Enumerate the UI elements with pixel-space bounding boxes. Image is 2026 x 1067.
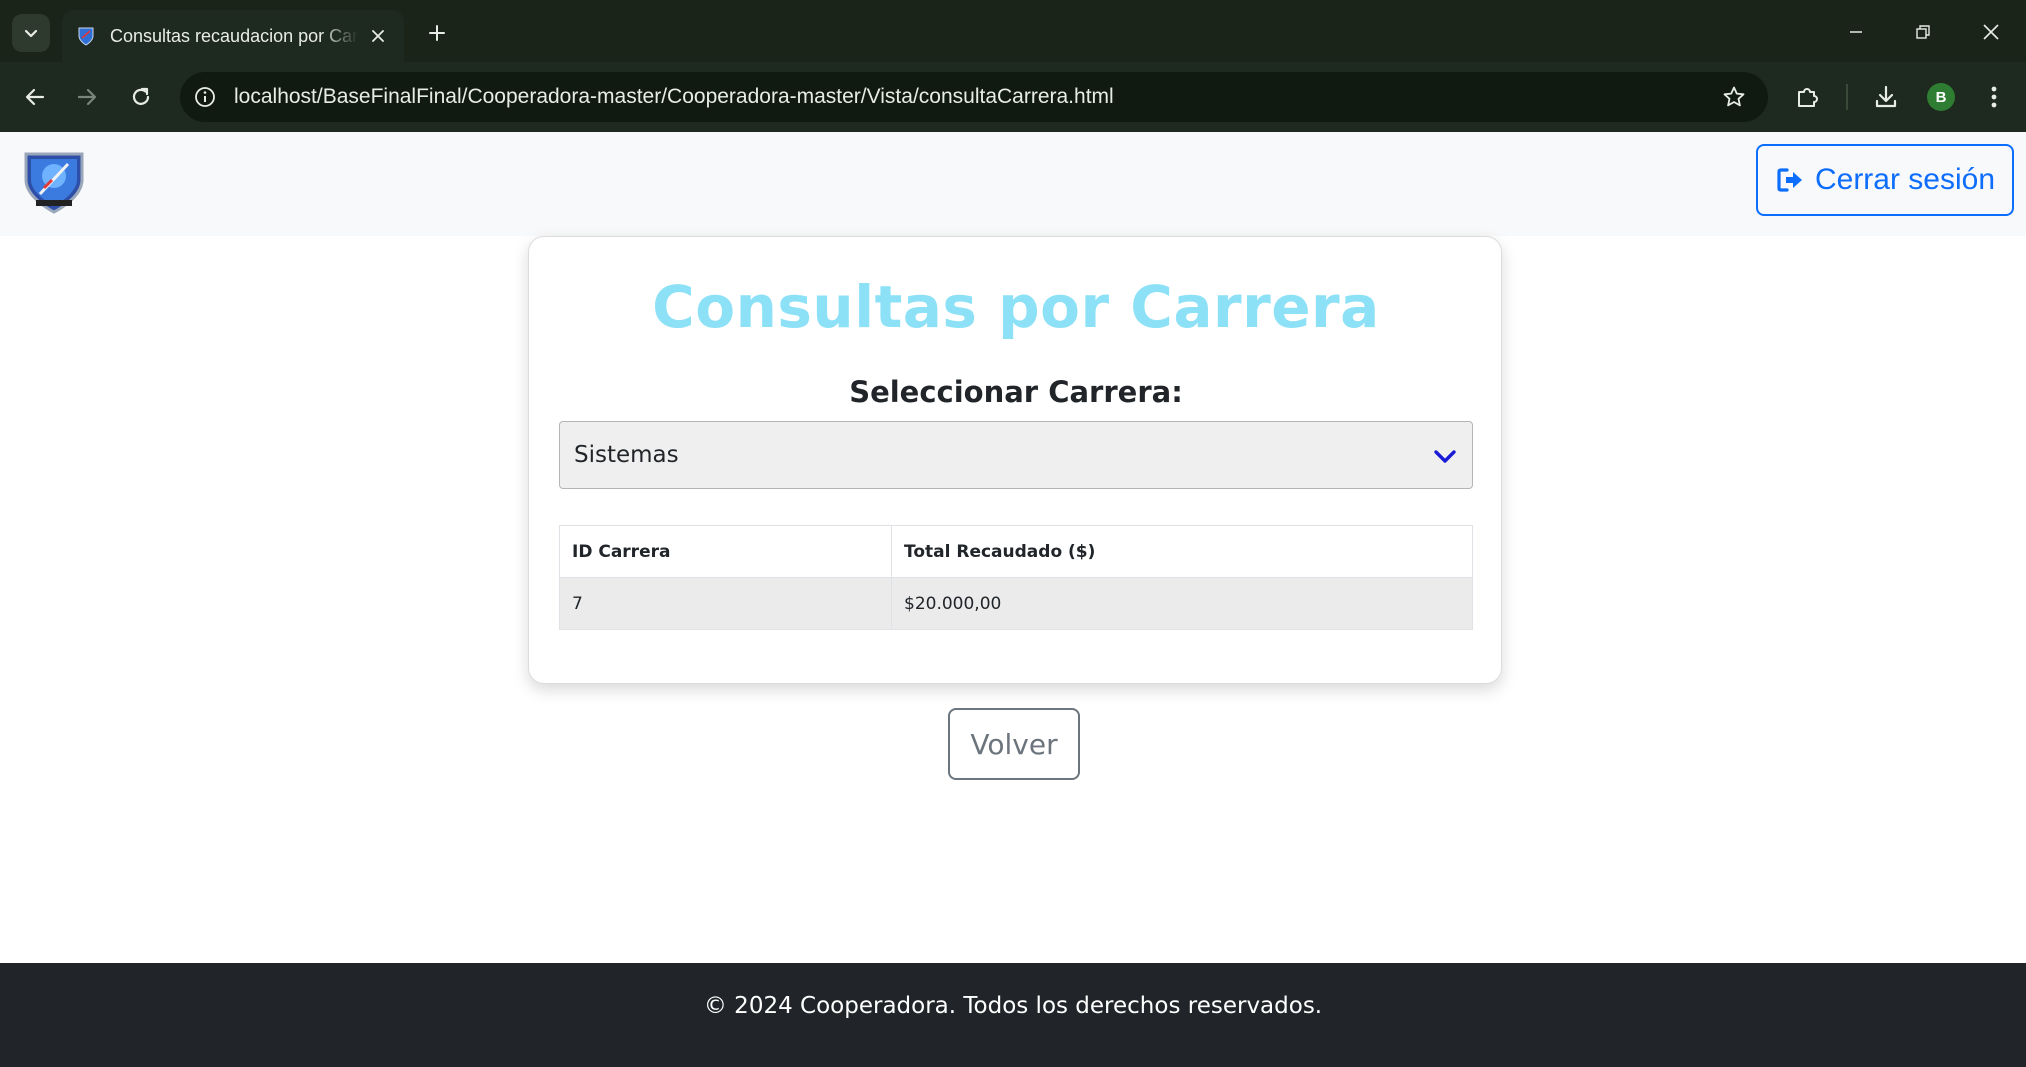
column-header-id-carrera: ID Carrera: [559, 525, 892, 578]
tab-strip: Consultas recaudacion por Carrera: [0, 0, 2026, 62]
footer-text: © 2024 Cooperadora. Todos los derechos r…: [703, 993, 1323, 1019]
close-window-button[interactable]: [1971, 14, 2011, 50]
download-icon: [1875, 85, 1897, 108]
arrow-right-icon: [77, 88, 97, 106]
puzzle-icon: [1798, 88, 1818, 107]
address-bar[interactable]: localhost/BaseFinalFinal/Cooperadora-mas…: [180, 72, 1768, 122]
restore-icon: [1916, 25, 1930, 39]
table-header-row: ID Carrera Total Recaudado ($): [559, 525, 1473, 578]
reload-button[interactable]: [122, 78, 160, 116]
results-table: ID Carrera Total Recaudado ($) 7 $20.000…: [559, 525, 1473, 630]
close-tab-button[interactable]: [366, 24, 390, 48]
forward-nav-button[interactable]: [68, 78, 106, 116]
browser-tab[interactable]: Consultas recaudacion por Carrera: [62, 10, 404, 62]
logout-button[interactable]: Cerrar sesión: [1756, 144, 2014, 216]
table-row: 7 $20.000,00: [559, 577, 1473, 630]
reload-icon: [132, 87, 150, 105]
profile-avatar[interactable]: B: [1927, 83, 1955, 111]
arrow-left-icon: [25, 88, 45, 106]
minimize-icon: [1850, 31, 1862, 33]
downloads-button[interactable]: [1868, 79, 1904, 115]
sign-out-icon: [1777, 168, 1802, 192]
kebab-icon: [1991, 86, 1997, 108]
browser-toolbar: localhost/BaseFinalFinal/Cooperadora-mas…: [0, 62, 2026, 132]
site-navbar: Cerrar sesión: [0, 132, 2026, 236]
browser-menu-button[interactable]: [1976, 79, 2012, 115]
bookmark-button[interactable]: [1720, 83, 1748, 111]
cell-id-carrera: 7: [559, 577, 892, 630]
info-icon: [195, 87, 215, 107]
logout-label: Cerrar sesión: [1814, 163, 1996, 196]
back-nav-button[interactable]: [16, 78, 54, 116]
minimize-button[interactable]: [1836, 14, 1876, 50]
tab-title: Consultas recaudacion por Carrera: [110, 25, 358, 46]
tab-search-button[interactable]: [12, 14, 50, 52]
page-title: Consultas por Carrera: [652, 273, 1380, 341]
close-icon: [1983, 24, 1999, 40]
back-button[interactable]: Volver: [948, 708, 1080, 780]
close-icon: [372, 30, 384, 42]
column-header-total-recaudado: Total Recaudado ($): [891, 525, 1473, 578]
career-select-label: Seleccionar Carrera:: [849, 375, 1183, 409]
url-text[interactable]: localhost/BaseFinalFinal/Cooperadora-mas…: [234, 85, 1114, 109]
site-info-button[interactable]: [192, 84, 218, 110]
chevron-down-icon: [24, 29, 38, 38]
extensions-button[interactable]: [1790, 79, 1826, 115]
toolbar-separator: [1846, 84, 1848, 110]
shield-icon: [78, 27, 94, 46]
site-footer: © 2024 Cooperadora. Todos los derechos r…: [0, 963, 2026, 1067]
chevron-down-icon: [1434, 450, 1456, 463]
new-tab-button[interactable]: [420, 16, 454, 50]
plus-icon: [429, 25, 445, 41]
restore-button[interactable]: [1903, 14, 1943, 50]
browser-chrome: Consultas recaudacion por Carrera: [0, 0, 2026, 132]
career-select[interactable]: Sistemas: [559, 421, 1473, 489]
cell-total-recaudado: $20.000,00: [891, 577, 1473, 630]
career-select-value: Sistemas: [574, 442, 679, 468]
logo-shield-icon[interactable]: [22, 150, 86, 216]
query-card: Consultas por Carrera Seleccionar Carrer…: [528, 236, 1502, 684]
star-icon: [1723, 86, 1745, 107]
